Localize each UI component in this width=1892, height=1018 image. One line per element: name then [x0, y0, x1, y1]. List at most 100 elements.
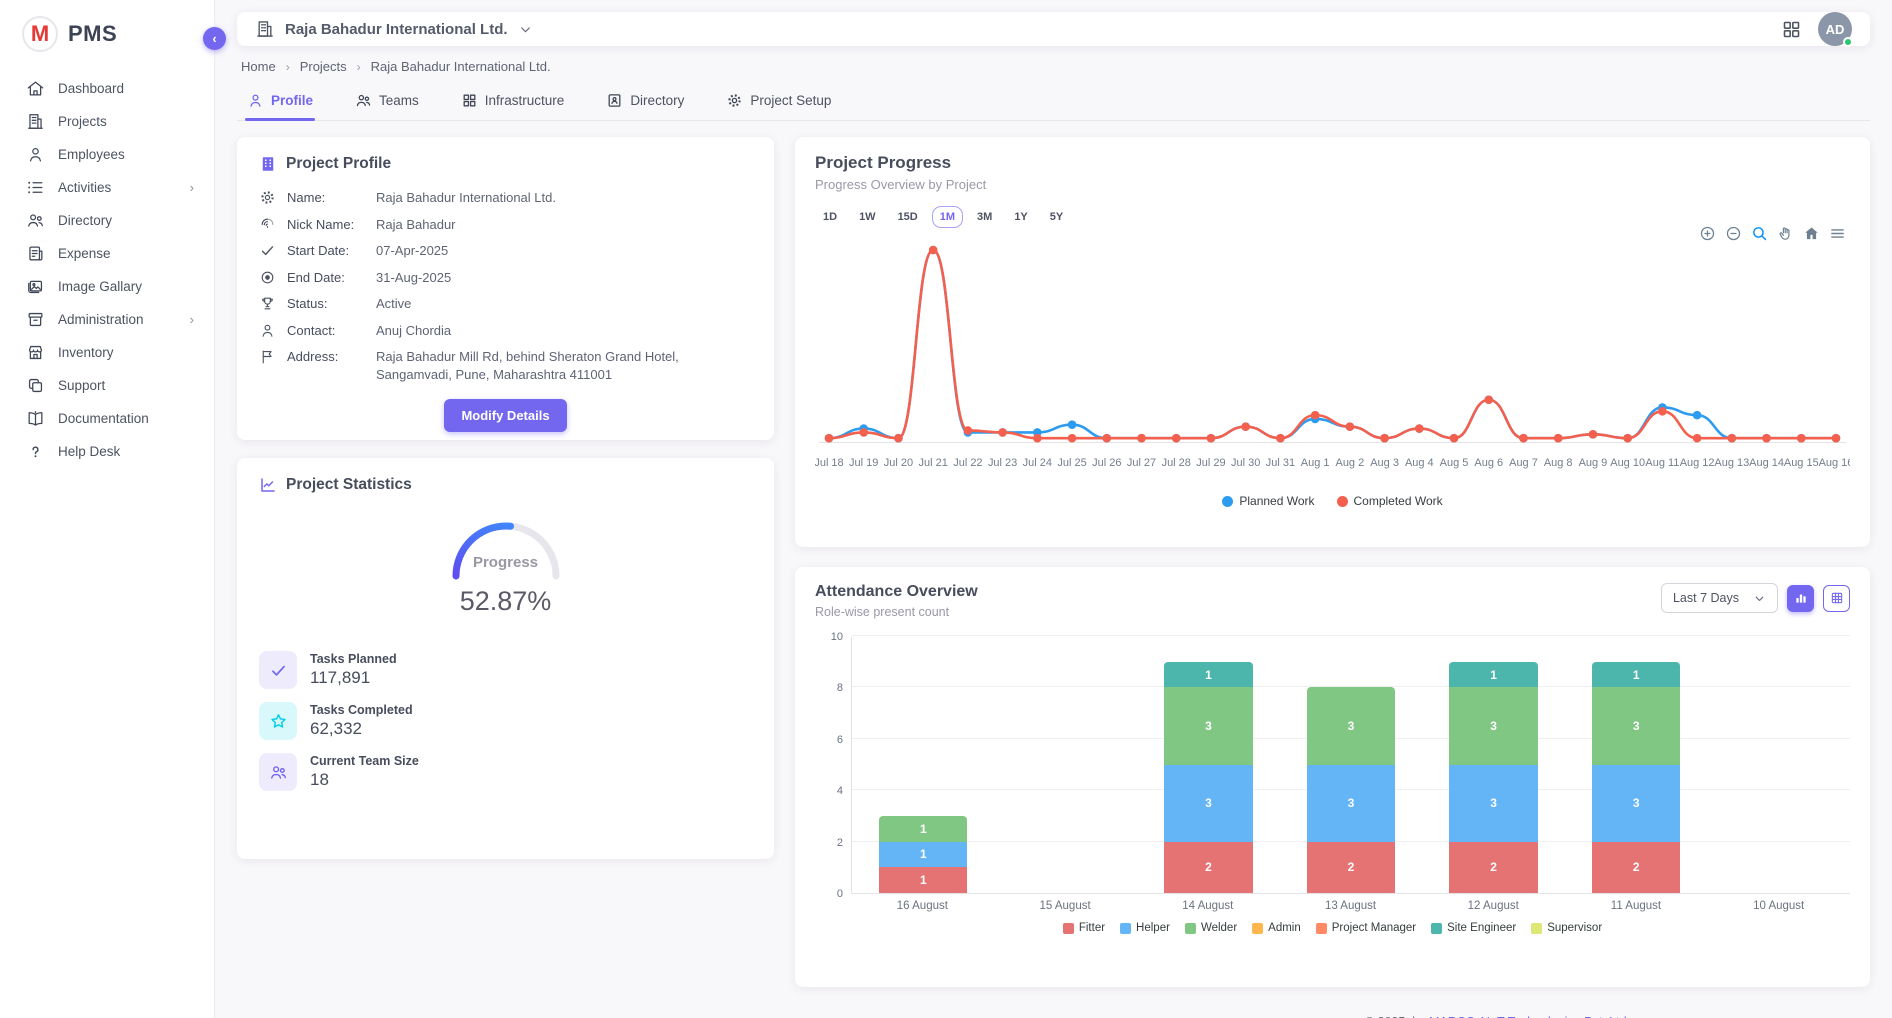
sidebar-item-expense[interactable]: Expense — [0, 237, 214, 270]
legend-item[interactable]: Supervisor — [1531, 922, 1602, 934]
field-nick-name: Nick Name: Raja Bahadur — [259, 216, 752, 234]
x-axis-label: Aug 11 — [1645, 457, 1679, 469]
line-marker — [1207, 434, 1216, 443]
x-axis-label: Aug 8 — [1544, 457, 1573, 469]
legend-item[interactable]: Fitter — [1063, 922, 1105, 934]
sidebar-item-directory[interactable]: Directory — [0, 204, 214, 237]
x-axis-label: 15 August — [994, 900, 1137, 912]
bar-segment: 3 — [1592, 765, 1680, 842]
range-5y-button[interactable]: 5Y — [1042, 206, 1071, 228]
bar-column[interactable]: 111 — [852, 637, 995, 893]
legend-marker-icon — [1252, 923, 1263, 934]
table-icon — [1830, 591, 1844, 605]
legend-item[interactable]: Admin — [1252, 922, 1301, 934]
legend-item[interactable]: Project Manager — [1316, 922, 1416, 934]
sidebar-item-employees[interactable]: Employees — [0, 138, 214, 171]
tab-project-setup[interactable]: Project Setup — [724, 82, 833, 120]
team-icon — [269, 763, 288, 782]
apps-grid-icon[interactable] — [1781, 19, 1802, 40]
x-axis-label: Aug 13 — [1714, 457, 1749, 469]
x-axis-label: Aug 5 — [1440, 457, 1469, 469]
line-marker — [1450, 434, 1459, 443]
bar-chart-view-button[interactable] — [1787, 585, 1814, 612]
range-1d-button[interactable]: 1D — [815, 206, 845, 228]
chevron-right-icon: › — [190, 312, 194, 327]
sidebar-item-administration[interactable]: Administration › — [0, 303, 214, 336]
line-marker — [1415, 424, 1424, 433]
project-selector[interactable]: Raja Bahadur International Ltd. — [255, 19, 533, 39]
line-marker — [1797, 434, 1806, 443]
bar-segment: 3 — [1307, 765, 1395, 842]
breadcrumb-home[interactable]: Home — [241, 59, 276, 74]
sidebar-item-label: Directory — [58, 213, 112, 228]
store-icon — [26, 343, 45, 362]
archive-icon — [26, 310, 45, 329]
pan-icon[interactable] — [1777, 225, 1794, 242]
bar-column[interactable] — [995, 637, 1138, 893]
range-15d-button[interactable]: 15D — [890, 206, 926, 228]
bar-chart-icon — [1794, 591, 1808, 605]
card-title-text: Project Statistics — [286, 476, 412, 494]
tab-profile[interactable]: Profile — [245, 82, 315, 120]
tab-directory[interactable]: Directory — [604, 82, 686, 120]
sidebar-item-activities[interactable]: Activities › — [0, 171, 214, 204]
tab-teams[interactable]: Teams — [353, 82, 421, 120]
legend-item[interactable]: Welder — [1185, 922, 1237, 934]
bar-column[interactable]: 2331 — [1422, 637, 1565, 893]
menu-icon[interactable] — [1829, 225, 1846, 242]
range-3m-button[interactable]: 3M — [969, 206, 1000, 228]
legend-item[interactable]: Planned Work — [1222, 494, 1314, 508]
sidebar-item-label: Inventory — [58, 345, 114, 360]
x-axis-label: Aug 4 — [1405, 457, 1434, 469]
sidebar-item-projects[interactable]: Projects — [0, 105, 214, 138]
range-1m-button[interactable]: 1M — [932, 206, 963, 228]
star-icon — [269, 712, 288, 731]
legend-item[interactable]: Helper — [1120, 922, 1170, 934]
attendance-chart[interactable]: 111233123323312331 16 August15 August14 … — [815, 637, 1850, 918]
selection-zoom-icon[interactable] — [1751, 225, 1768, 242]
user-avatar[interactable]: AD — [1818, 12, 1852, 46]
breadcrumb: Home › Projects › Raja Bahadur Internati… — [241, 59, 1866, 74]
legend-item[interactable]: Site Engineer — [1431, 922, 1516, 934]
breadcrumb-projects[interactable]: Projects — [300, 59, 347, 74]
bar-column[interactable]: 2331 — [1137, 637, 1280, 893]
line-marker — [929, 246, 938, 255]
chart-title: Attendance Overview — [815, 583, 978, 601]
x-axis-label: Aug 7 — [1509, 457, 1538, 469]
legend-label: Admin — [1268, 922, 1301, 934]
zoom-in-icon[interactable] — [1699, 225, 1716, 242]
date-range-select[interactable]: Last 7 Days — [1661, 583, 1778, 613]
modify-details-button[interactable]: Modify Details — [444, 399, 566, 432]
sidebar-collapse-button[interactable]: ‹ — [203, 27, 226, 50]
legend-item[interactable]: Completed Work — [1337, 494, 1443, 508]
person-icon — [259, 322, 276, 339]
legend-marker-icon — [1063, 923, 1074, 934]
range-1w-button[interactable]: 1W — [851, 206, 884, 228]
table-view-button[interactable] — [1823, 585, 1850, 612]
x-axis-label: Aug 6 — [1474, 457, 1503, 469]
legend-label: Welder — [1201, 922, 1237, 934]
tab-infrastructure[interactable]: Infrastructure — [459, 82, 567, 120]
zoom-out-icon[interactable] — [1725, 225, 1742, 242]
sidebar-item-image-gallery[interactable]: Image Gallary — [0, 270, 214, 303]
sidebar-item-dashboard[interactable]: Dashboard — [0, 72, 214, 105]
app-logo[interactable]: M PMS — [0, 0, 214, 66]
sidebar-item-documentation[interactable]: Documentation — [0, 402, 214, 435]
line-marker — [1484, 395, 1493, 404]
bar-column[interactable]: 2331 — [1565, 637, 1708, 893]
bar-segment: 3 — [1449, 765, 1537, 842]
project-progress-chart[interactable]: Jul 18Jul 19Jul 20Jul 21Jul 22Jul 23Jul … — [815, 234, 1850, 492]
bar-column[interactable]: 233 — [1280, 637, 1423, 893]
sidebar-item-help-desk[interactable]: Help Desk — [0, 435, 214, 468]
home-icon[interactable] — [1803, 225, 1820, 242]
legend-marker-icon — [1431, 923, 1442, 934]
legend-label: Completed Work — [1354, 494, 1443, 508]
range-1y-button[interactable]: 1Y — [1006, 206, 1035, 228]
field-address: Address: Raja Bahadur Mill Rd, behind Sh… — [259, 348, 752, 383]
x-axis-label: Aug 16 — [1819, 457, 1850, 469]
legend-label: Planned Work — [1239, 494, 1314, 508]
sidebar-item-support[interactable]: Support — [0, 369, 214, 402]
x-axis-label: Aug 1 — [1301, 457, 1330, 469]
bar-column[interactable] — [1707, 637, 1850, 893]
sidebar-item-inventory[interactable]: Inventory — [0, 336, 214, 369]
